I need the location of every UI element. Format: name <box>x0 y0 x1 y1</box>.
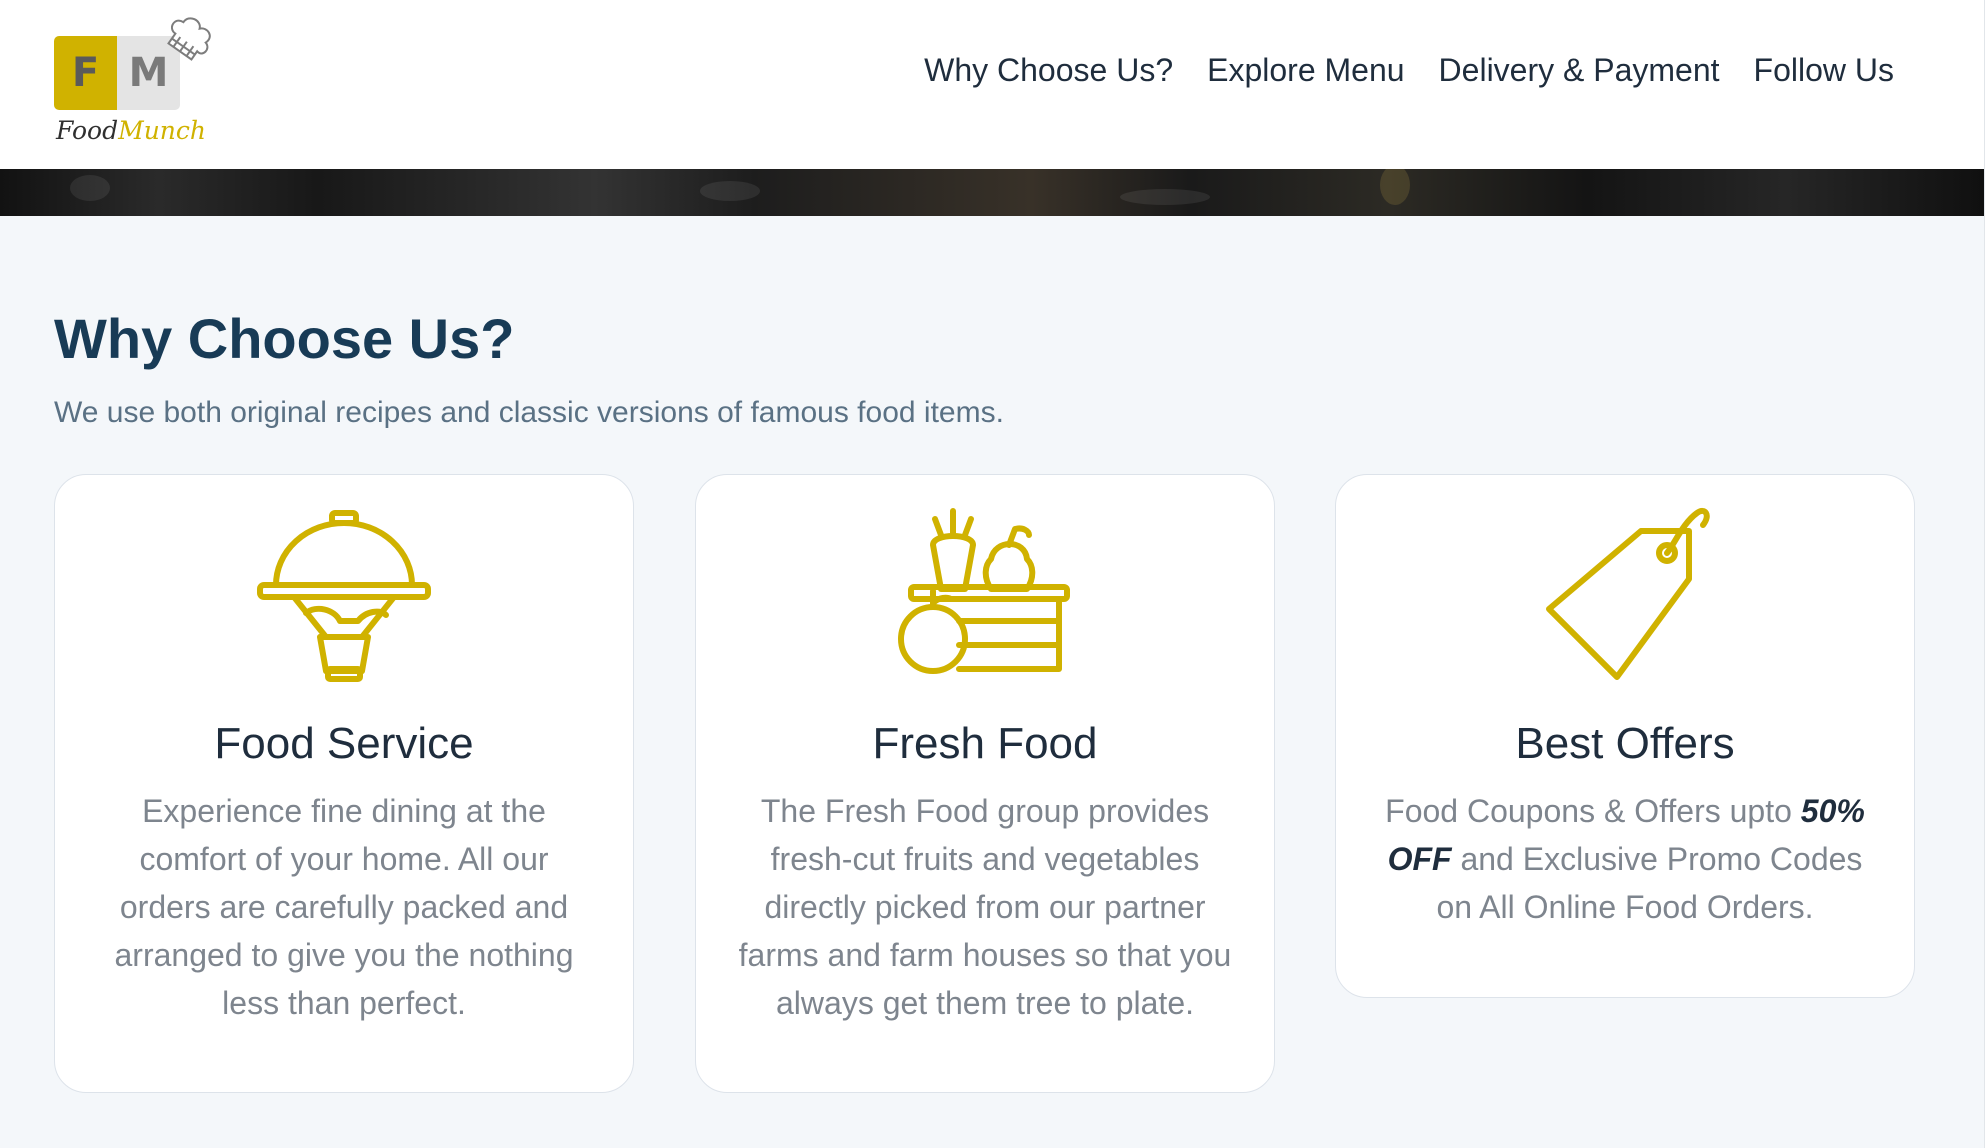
brand-name-munch: Munch <box>118 116 206 145</box>
nav-link-explore-menu[interactable]: Explore Menu <box>1207 52 1404 89</box>
nav-link-delivery-payment[interactable]: Delivery & Payment <box>1439 52 1720 89</box>
navbar: F M FoodMunch Why Choose Us? Explore Men… <box>0 0 1984 169</box>
brand-logo[interactable]: F M FoodMunch <box>54 12 224 152</box>
card-description: Experience fine dining at the comfort of… <box>114 793 574 1021</box>
nav-link-why-choose-us[interactable]: Why Choose Us? <box>924 52 1173 89</box>
card-food-service: Food Service Experience fine dining at t… <box>54 474 634 1093</box>
nav-menu: Why Choose Us? Explore Menu Delivery & P… <box>924 52 1894 89</box>
card-best-offers: Best Offers Food Coupons & Offers upto 5… <box>1335 474 1915 998</box>
card-title: Food Service <box>214 719 474 768</box>
card-text-before: Food Coupons & Offers upto <box>1385 793 1801 829</box>
card-title: Best Offers <box>1515 719 1735 768</box>
chef-hat-icon <box>167 17 211 61</box>
logo-letter-f: F <box>54 36 117 110</box>
banner-image-strip <box>0 169 1984 216</box>
fruit-basket-icon <box>898 508 1070 674</box>
price-tag-icon <box>1546 507 1710 680</box>
card-text-after: and Exclusive Promo Codes on All Online … <box>1436 841 1863 925</box>
brand-name-food: Food <box>56 116 119 145</box>
card-description: Food Coupons & Offers upto 50% OFF and E… <box>1376 787 1874 931</box>
card-title: Fresh Food <box>872 719 1098 768</box>
cloche-serving-icon <box>257 510 431 682</box>
scrollbar-track[interactable] <box>1984 0 1988 1148</box>
brand-name: FoodMunch <box>56 116 206 145</box>
section-subtitle: We use both original recipes and classic… <box>54 396 1004 429</box>
card-fresh-food: Fresh Food The Fresh Food group provides… <box>695 474 1275 1093</box>
card-description: The Fresh Food group provides fresh-cut … <box>738 793 1232 1021</box>
section-title: Why Choose Us? <box>54 307 515 370</box>
nav-link-follow-us[interactable]: Follow Us <box>1754 52 1894 89</box>
